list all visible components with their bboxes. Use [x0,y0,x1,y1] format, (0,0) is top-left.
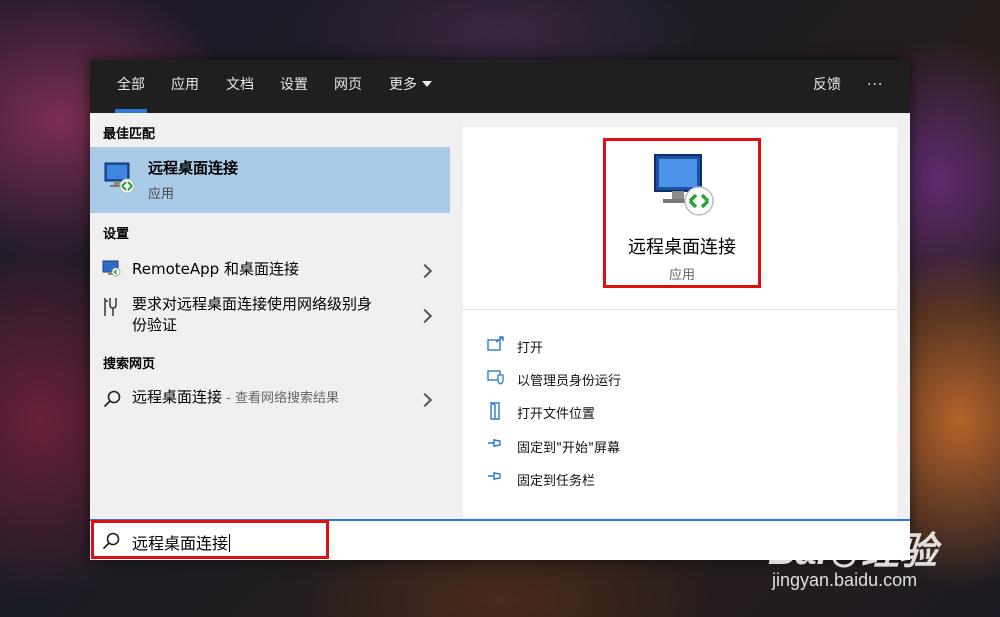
search-icon [103,390,121,408]
watermark-url: jingyan.baidu.com [772,570,918,590]
settings-item-nla[interactable]: 要求对远程桌面连接使用网络级别身 份验证 [90,291,450,341]
pin-icon [488,472,501,480]
action-pin-to-taskbar[interactable]: 固定到任务栏 [487,466,867,490]
action-pin-to-taskbar-label: 固定到任务栏 [517,474,596,489]
settings-item-nla-line2: 份验证 [132,316,178,334]
tab-more[interactable]: 更多 [389,60,432,113]
results-list: 最佳匹配 远程桌面连接 应用 设置 RemoteApp 和桌面连接 要求对远程桌… [90,113,462,518]
chevron-right-icon [417,263,433,279]
tab-documents[interactable]: 文档 [226,60,254,113]
action-run-as-admin-label: 以管理员身份运行 [517,374,622,389]
settings-item-nla-label: 要求对远程桌面连接使用网络级别身 份验证 [132,294,372,336]
web-search-query: 远程桌面连接 [132,388,223,406]
best-match-title: 远程桌面连接 [148,159,239,177]
settings-item-remoteapp[interactable]: RemoteApp 和桌面连接 [90,254,450,286]
pin-icon [488,439,501,447]
tab-all[interactable]: 全部 [115,60,147,113]
paw-logo-icon [829,536,859,568]
tab-more-label: 更多 [389,77,417,93]
preview-app-subtitle: 应用 [668,268,695,283]
settings-item-remoteapp-label: RemoteApp 和桌面连接 [132,260,299,278]
web-search-item[interactable]: 远程桌面连接 - 查看网络搜索结果 [90,383,450,415]
tab-bar: 全部 应用 文档 设置 网页 更多 反馈 ··· [90,60,910,113]
preview-app-card[interactable]: 远程桌面连接 应用 [603,138,761,288]
search-window: 全部 应用 文档 设置 网页 更多 反馈 ··· 最佳匹配 远程桌面连接 应用 … [90,60,910,560]
folder-icon [490,402,500,420]
action-pin-to-start-label: 固定到"开始"屏幕 [517,441,620,456]
watermark-brand: Bai 经验 [768,520,937,575]
tab-web[interactable]: 网页 [334,60,362,113]
tab-apps[interactable]: 应用 [171,60,199,113]
settings-item-nla-line1: 要求对远程桌面连接使用网络级别身 [132,295,373,313]
search-highlight-box [91,520,329,559]
open-icon [487,336,504,351]
action-open-file-location-label: 打开文件位置 [517,407,596,422]
settings-heading: 设置 [103,227,130,242]
best-match-heading: 最佳匹配 [103,127,156,142]
remote-desktop-icon [654,154,714,216]
best-match-subtitle: 应用 [148,187,175,202]
chevron-right-icon [417,392,433,408]
web-search-suffix: - 查看网络搜索结果 [222,391,339,406]
action-pin-to-start[interactable]: 固定到"开始"屏幕 [487,433,867,457]
tab-settings[interactable]: 设置 [280,60,308,113]
preview-app-title: 远程桌面连接 [628,237,736,258]
best-match-item[interactable]: 远程桌面连接 应用 [90,147,450,213]
feedback-button[interactable]: 反馈 [813,60,841,113]
chevron-right-icon [417,308,433,324]
watermark-brand-left: Bai [768,531,828,573]
chevron-down-icon [422,81,432,87]
web-search-label: 远程桌面连接 - 查看网络搜索结果 [132,387,339,409]
remoteapp-icon [102,260,121,277]
settings-tools-icon [104,298,117,316]
web-search-heading: 搜索网页 [103,357,156,372]
remote-desktop-icon [104,162,135,194]
action-open[interactable]: 打开 [487,333,867,357]
preview-divider [463,309,897,310]
shield-icon [487,370,504,385]
watermark-brand-cn: 经验 [861,531,938,573]
more-options-button[interactable]: ··· [867,60,883,113]
action-run-as-admin[interactable]: 以管理员身份运行 [487,366,867,390]
action-open-file-location[interactable]: 打开文件位置 [487,399,867,423]
preview-pane: 远程桌面连接 应用 打开 以管理员身份运行 打开文件位置 固定到"开始"屏幕 固… [463,127,897,518]
action-open-label: 打开 [517,341,544,356]
